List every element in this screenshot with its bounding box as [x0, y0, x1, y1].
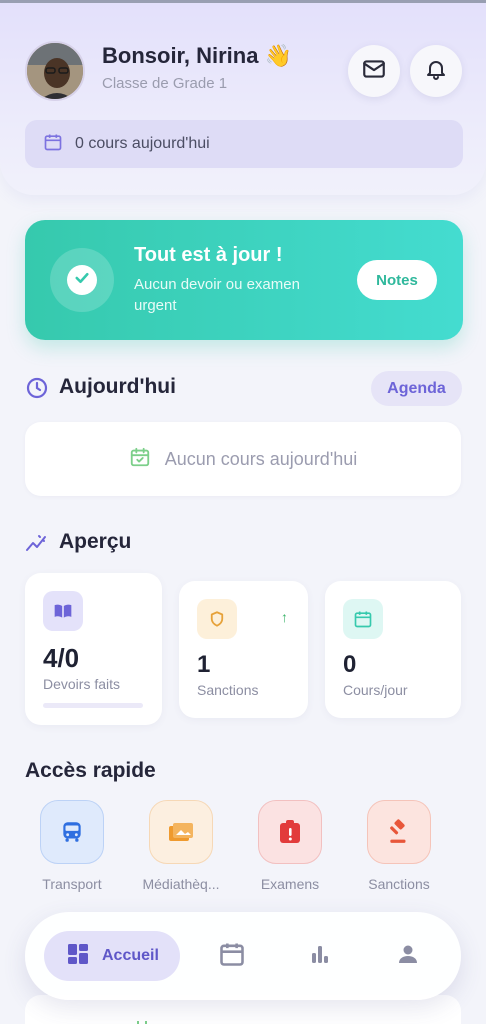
class-label: Classe de Grade 1	[102, 75, 228, 92]
today-empty-card: Aucun cours aujourd'hui	[25, 422, 461, 496]
calendar-check-icon	[133, 1017, 151, 1024]
banner-subtitle: Aucun devoir ou examen urgent	[134, 276, 300, 314]
overview-title: Aperçu	[59, 530, 132, 553]
stat-label-courses: Cours/jour	[343, 682, 408, 698]
book-icon	[43, 591, 83, 631]
nav-calendar[interactable]	[216, 940, 248, 972]
media-icon	[149, 800, 213, 864]
nav-profile[interactable]	[392, 940, 424, 972]
profile-icon	[396, 942, 420, 971]
notifications-button[interactable]	[410, 45, 462, 97]
avatar[interactable]	[25, 41, 85, 101]
exam-icon	[258, 800, 322, 864]
stat-value-sanctions: 1	[197, 651, 211, 678]
quick-access-label: Sanctions	[368, 876, 430, 892]
shield-icon	[197, 599, 237, 639]
stat-value-courses: 0	[343, 651, 357, 678]
today-empty-text: Aucun cours aujourd'hui	[164, 448, 358, 469]
calendar-icon	[43, 132, 63, 157]
nav-stats[interactable]	[304, 940, 336, 972]
stat-card-courses[interactable]: 0 Cours/jour	[325, 581, 461, 718]
greeting: Bonsoir, Nirina 👋	[102, 43, 293, 68]
stat-card-sanctions[interactable]: ↑ 1 Sanctions	[179, 581, 308, 718]
nav-home-label: Accueil	[102, 947, 159, 964]
quick-access-exams[interactable]: Examens	[240, 800, 340, 892]
trend-icon	[25, 532, 49, 559]
header: Bonsoir, Nirina 👋 Classe de Grade 1 0 co…	[0, 3, 486, 195]
banner-title: Tout est à jour !	[134, 244, 283, 266]
nav-home[interactable]: Accueil	[44, 931, 180, 981]
stat-label-sanctions: Sanctions	[197, 682, 259, 698]
quick-access-sanctions[interactable]: Sanctions	[349, 800, 449, 892]
clock-icon	[25, 376, 49, 405]
bus-icon	[40, 800, 104, 864]
wave-emoji: 👋	[264, 43, 293, 68]
gavel-icon	[367, 800, 431, 864]
calendar-icon	[343, 599, 383, 639]
quick-access-label: Transport	[42, 876, 102, 892]
quick-access-title: Accès rapide	[25, 759, 156, 782]
quick-access-label: Examens	[260, 876, 320, 892]
calendar-check-icon	[129, 446, 151, 473]
trend-up-icon: ↑	[281, 609, 288, 625]
stat-value-homework: 4/0	[43, 643, 80, 673]
stat-label-homework: Devoirs faits	[43, 676, 121, 692]
quick-access-transport[interactable]: Transport	[22, 800, 122, 892]
quick-access-media[interactable]: Médiathèq...	[131, 800, 231, 892]
today-courses-pill[interactable]: 0 cours aujourd'hui	[25, 120, 463, 168]
stats-icon	[308, 942, 332, 971]
calendar-icon	[218, 940, 246, 973]
today-courses-text: 0 cours aujourd'hui	[75, 135, 210, 152]
quick-access-label: Médiathèq...	[142, 876, 220, 892]
agenda-button[interactable]: Agenda	[371, 371, 462, 406]
mail-icon	[361, 56, 387, 87]
notes-button[interactable]: Notes	[357, 260, 437, 300]
home-icon	[66, 942, 90, 971]
today-title: Aujourd'hui	[59, 375, 176, 398]
check-circle	[50, 248, 114, 312]
check-icon	[73, 269, 91, 292]
bottom-nav: Accueil	[25, 912, 461, 1000]
bell-icon	[424, 57, 448, 86]
status-banner: Tout est à jour ! Aucun devoir ou examen…	[25, 220, 463, 340]
stat-card-homework[interactable]: 4/0 Devoirs faits	[25, 573, 162, 725]
mail-button[interactable]	[348, 45, 400, 97]
homework-progress-bar	[43, 703, 143, 708]
